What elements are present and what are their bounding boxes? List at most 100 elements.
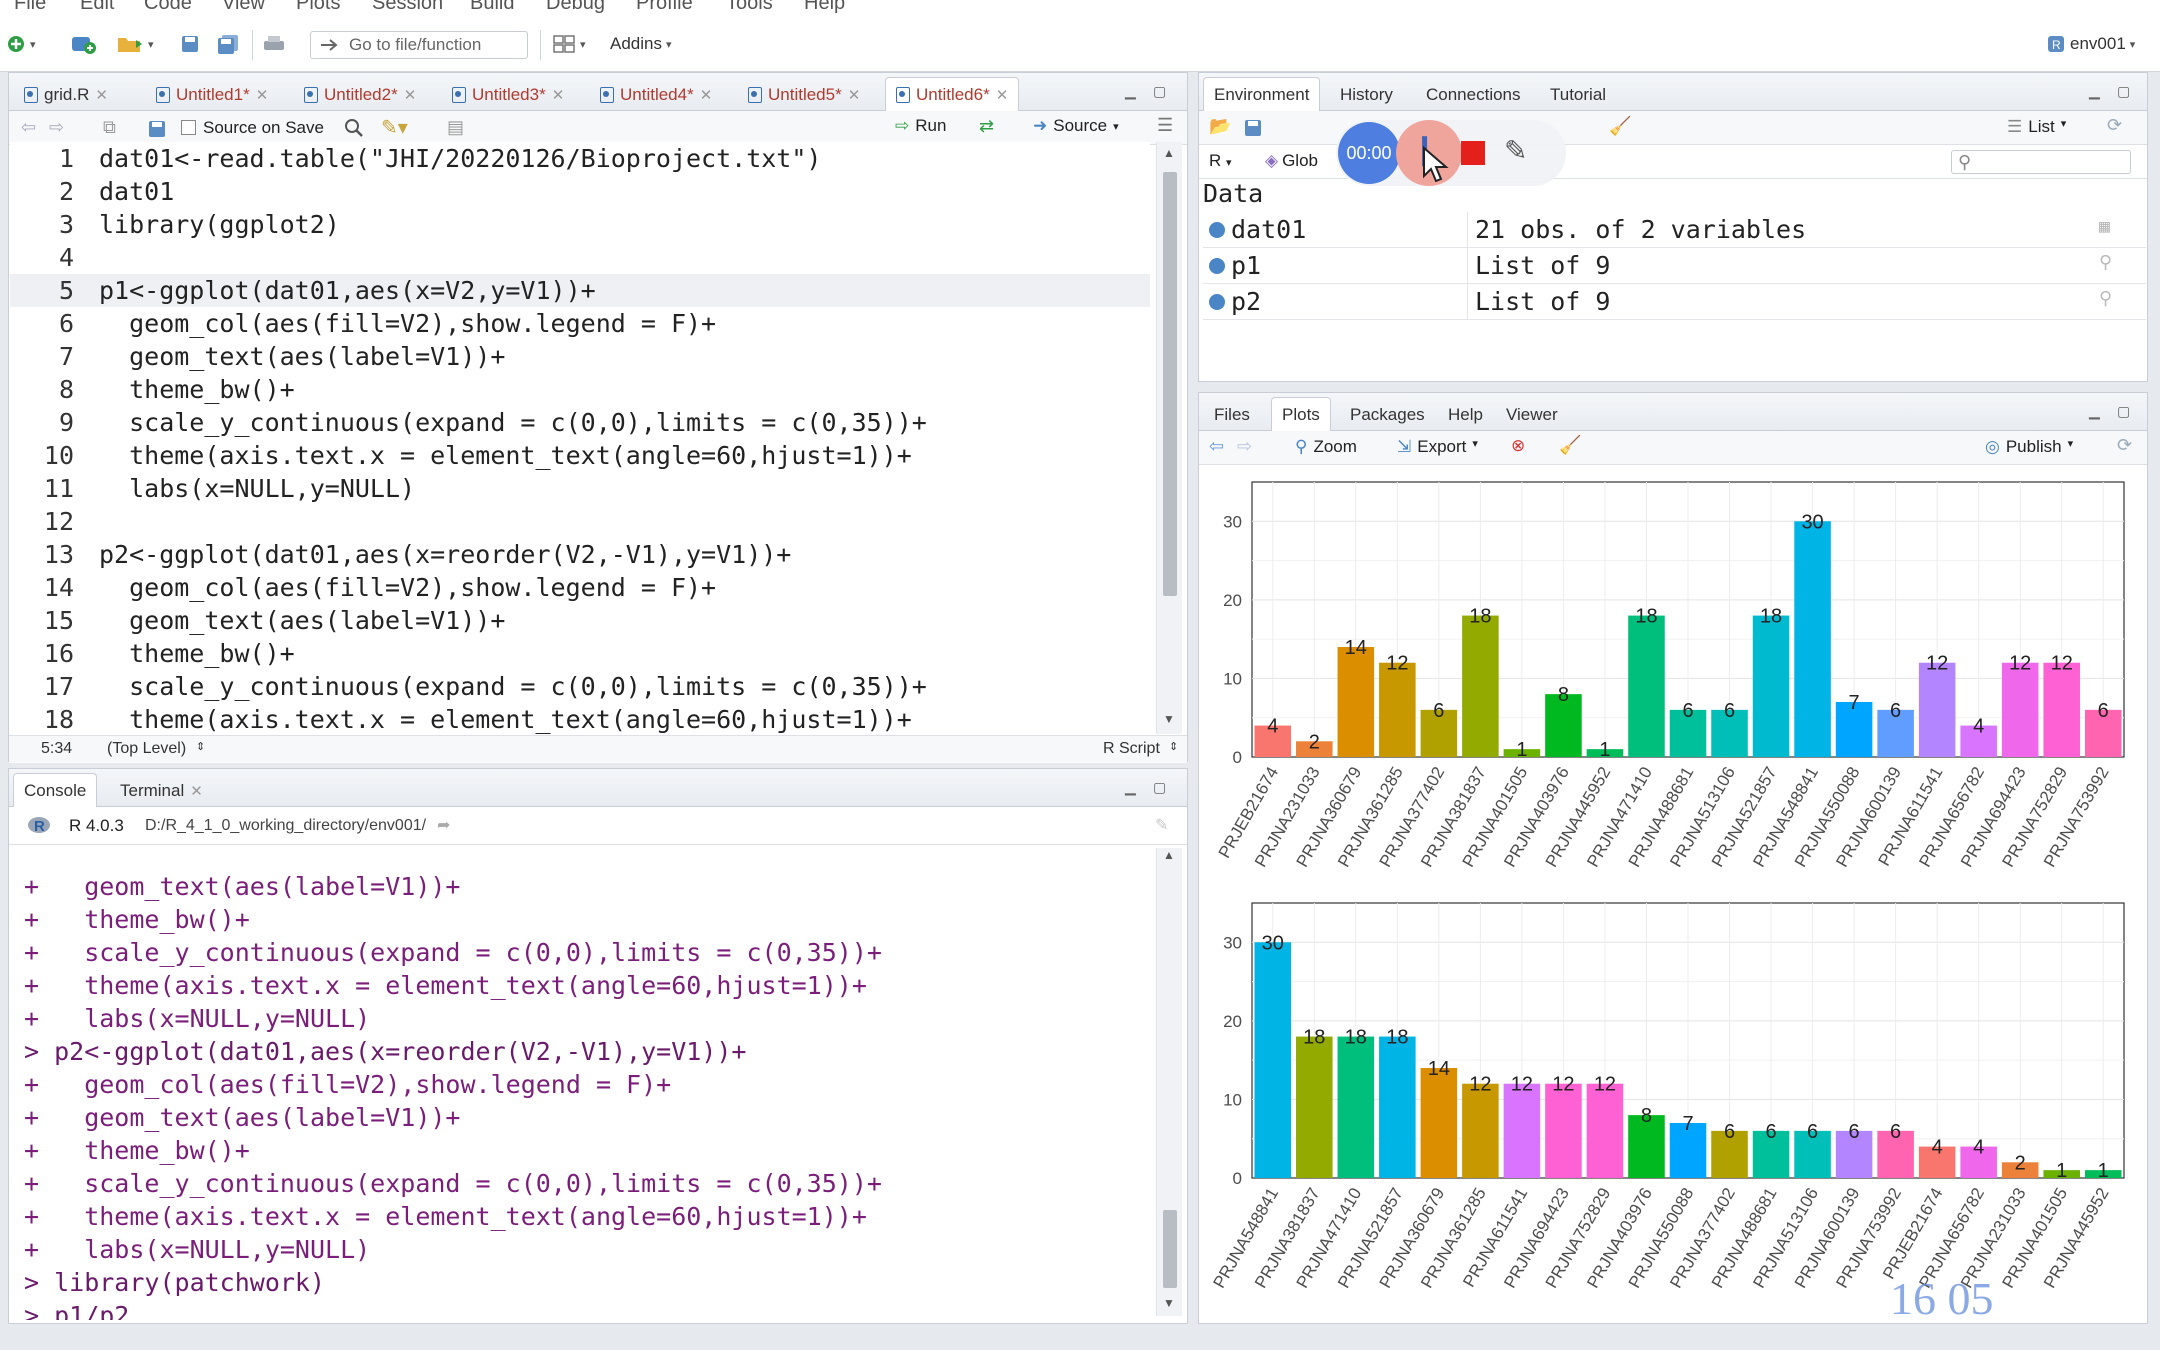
search-icon[interactable]: ⚲ <box>2099 288 2112 309</box>
menu-file[interactable]: File <box>14 0 46 15</box>
source-on-save-checkbox[interactable] <box>181 120 196 135</box>
tab-history[interactable]: History <box>1329 77 1404 111</box>
environment-search-input[interactable]: ⚲ <box>1951 150 2131 174</box>
console-output[interactable]: + geom_text(aes(label=V1))+ + theme_bw()+… <box>10 848 1150 1320</box>
menu-session[interactable]: Session <box>372 0 443 15</box>
menu-code[interactable]: Code <box>144 0 192 15</box>
remove-plot-icon[interactable]: ⊗ <box>1511 436 1525 456</box>
menu-profile[interactable]: Profile <box>636 0 693 15</box>
code-line[interactable]: 13 p2<-ggplot(dat01,aes(x=reorder(V2,-V1)… <box>10 538 1150 571</box>
broom-icon[interactable]: 🧹 <box>1559 435 1581 456</box>
scroll-down-icon[interactable]: ▼ <box>1163 1296 1175 1310</box>
tab-environment[interactable]: Environment <box>1203 77 1321 112</box>
pen-icon[interactable]: ✎ <box>1504 134 1527 167</box>
tab-help[interactable]: Help <box>1437 397 1494 431</box>
stop-button[interactable] <box>1461 141 1485 165</box>
print-button[interactable] <box>262 30 286 58</box>
code-line[interactable]: 3 library(ggplot2) <box>10 208 1150 241</box>
scroll-down-icon[interactable]: ▼ <box>1163 712 1175 726</box>
code-line[interactable]: 8 theme_bw()+ <box>10 373 1150 406</box>
rerun-icon[interactable]: ⇄ <box>979 116 994 137</box>
search-icon[interactable] <box>343 117 365 139</box>
back-arrow-icon[interactable]: ⇦ <box>21 117 36 138</box>
close-icon[interactable]: ✕ <box>848 86 861 104</box>
tab-plots[interactable]: Plots <box>1271 397 1331 432</box>
close-icon[interactable]: ✕ <box>404 86 417 104</box>
code-line[interactable]: 10 theme(axis.text.x = element_text(angl… <box>10 439 1150 472</box>
compile-report-icon[interactable]: ▤ <box>447 117 464 138</box>
close-icon[interactable]: ✕ <box>700 86 713 104</box>
scope-indicator[interactable]: (Top Level) <box>107 740 186 758</box>
outline-icon[interactable]: ☰ <box>1157 115 1173 136</box>
environment-row-p2[interactable]: p2 List of 9 ⚲ <box>1203 284 2146 320</box>
code-line[interactable]: 4 <box>10 241 1150 274</box>
show-in-window-icon[interactable]: ⧉ <box>103 117 116 138</box>
publish-button[interactable]: ◎ Publish ▾ <box>1985 437 2073 457</box>
code-line[interactable]: 11 labs(x=NULL,y=NULL) <box>10 472 1150 505</box>
menu-plots[interactable]: Plots <box>296 0 340 15</box>
expand-icon[interactable] <box>1209 222 1225 238</box>
code-line[interactable]: 15 geom_text(aes(label=V1))+ <box>10 604 1150 637</box>
menu-tools[interactable]: Tools <box>726 0 773 15</box>
tab-console[interactable]: Console <box>13 773 98 808</box>
maximize-icon[interactable]: ▢ <box>2117 403 2130 420</box>
addins-menu[interactable]: Addins ▾ <box>610 30 672 58</box>
clear-console-icon[interactable]: ✎ <box>1155 815 1168 835</box>
forward-arrow-icon[interactable]: ⇨ <box>49 117 64 138</box>
tab-untitled4[interactable]: Untitled4* ✕ <box>589 77 723 111</box>
new-project-button[interactable] <box>70 30 98 58</box>
save-button[interactable] <box>180 30 200 58</box>
menu-debug[interactable]: Debug <box>546 0 605 15</box>
menu-help[interactable]: Help <box>804 0 845 15</box>
goto-directory-icon[interactable]: ➦ <box>437 815 450 835</box>
environment-row-p1[interactable]: p1 List of 9 ⚲ <box>1203 248 2146 284</box>
tab-untitled6[interactable]: Untitled6* ✕ <box>885 77 1020 112</box>
close-icon[interactable]: ✕ <box>256 86 269 104</box>
pane-layout-button[interactable]: ▾ <box>552 30 586 58</box>
refresh-icon[interactable]: ⟳ <box>2117 435 2132 456</box>
tab-terminal[interactable]: Terminal ✕ <box>109 773 214 807</box>
save-icon[interactable] <box>147 119 167 139</box>
tab-untitled3[interactable]: Untitled3* ✕ <box>441 77 575 111</box>
console-scrollbar[interactable]: ▲ ▼ <box>1156 848 1182 1316</box>
menu-build[interactable]: Build <box>470 0 514 15</box>
goto-file-function-input[interactable]: Go to file/function <box>310 31 528 59</box>
minimize-icon[interactable]: ▁ <box>1125 83 1136 100</box>
next-plot-icon[interactable]: ⇨ <box>1237 436 1252 457</box>
code-line[interactable]: 9 scale_y_continuous(expand = c(0,0),lim… <box>10 406 1150 439</box>
close-icon[interactable]: ✕ <box>95 86 108 104</box>
minimize-icon[interactable]: ▁ <box>2089 83 2100 100</box>
menu-edit[interactable]: Edit <box>80 0 114 15</box>
zoom-button[interactable]: ⚲ Zoom <box>1295 437 1357 457</box>
maximize-icon[interactable]: ▢ <box>1153 83 1166 100</box>
tab-tutorial[interactable]: Tutorial <box>1539 77 1617 111</box>
code-editor[interactable]: 1 dat01<-read.table("JHI/20220126/Bioproj… <box>10 142 1150 734</box>
working-directory[interactable]: D:/R_4_1_0_working_directory/env001/ <box>145 817 426 835</box>
code-line[interactable]: 5 p1<-ggplot(dat01,aes(x=V2,y=V1))+ <box>10 274 1150 307</box>
code-line[interactable]: 12 <box>10 505 1150 538</box>
open-file-button[interactable]: ▾ <box>116 30 154 58</box>
scope-dropdown[interactable]: ◈ Glob <box>1265 151 1318 171</box>
source-button[interactable]: ➜ Source ▾ <box>1033 116 1119 136</box>
close-icon[interactable]: ✕ <box>190 782 203 800</box>
load-workspace-icon[interactable]: 📂 <box>1209 116 1231 137</box>
save-all-button[interactable] <box>216 30 240 58</box>
code-line[interactable]: 1 dat01<-read.table("JHI/20220126/Bioproj… <box>10 142 1150 175</box>
code-line[interactable]: 17 scale_y_continuous(expand = c(0,0),li… <box>10 670 1150 703</box>
scroll-up-icon[interactable]: ▲ <box>1163 146 1175 160</box>
tab-viewer[interactable]: Viewer <box>1495 397 1569 431</box>
code-tools-wand-icon[interactable]: ✎▾ <box>381 115 408 140</box>
code-line[interactable]: 7 geom_text(aes(label=V1))+ <box>10 340 1150 373</box>
project-menu[interactable]: R env001 ▾ <box>2046 30 2135 58</box>
export-button[interactable]: ⇲ Export ▾ <box>1397 437 1478 457</box>
minimize-icon[interactable]: ▁ <box>1125 779 1136 796</box>
menu-view[interactable]: View <box>222 0 265 15</box>
tab-packages[interactable]: Packages <box>1339 397 1436 431</box>
run-button[interactable]: ⇨ Run <box>895 116 946 136</box>
tab-connections[interactable]: Connections <box>1415 77 1532 111</box>
save-icon[interactable] <box>1243 118 1263 138</box>
code-line[interactable]: 14 geom_col(aes(fill=V2),show.legend = F… <box>10 571 1150 604</box>
maximize-icon[interactable]: ▢ <box>2117 83 2130 100</box>
tab-untitled1[interactable]: Untitled1* ✕ <box>145 77 279 111</box>
expand-icon[interactable] <box>1209 294 1225 310</box>
